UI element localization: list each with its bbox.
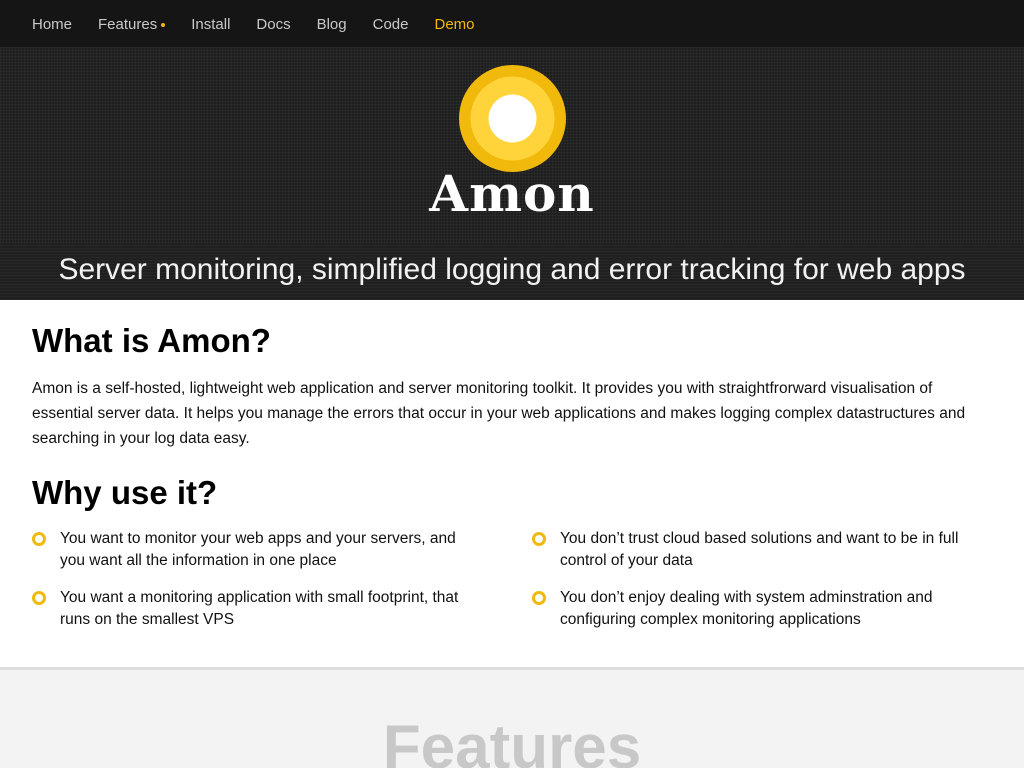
what-heading: What is Amon?: [32, 322, 271, 359]
nav-item-label: Features: [98, 15, 158, 33]
tagline-bar: Server monitoring, simplified logging an…: [0, 243, 1024, 300]
nav-item-features[interactable]: Features: [98, 15, 166, 33]
amon-logo-icon[interactable]: [459, 65, 566, 172]
ring-bullet-icon: [32, 591, 46, 605]
reason-text: You don’t trust cloud based solutions an…: [560, 530, 959, 569]
brand-name: Amon: [429, 164, 595, 223]
nav-item-label: Home: [32, 15, 73, 33]
nav-item-code[interactable]: Code: [373, 16, 409, 33]
features-section: Features: [0, 667, 1024, 768]
reason-item: You want to monitor your web apps and yo…: [32, 528, 472, 572]
nav-item-docs[interactable]: Docs: [256, 16, 290, 33]
top-nav: Home Features Install Docs Blog Code Dem…: [0, 0, 1024, 48]
nav-item-blog[interactable]: Blog: [317, 16, 347, 33]
tagline: Server monitoring, simplified logging an…: [58, 253, 966, 286]
nav-item-label: Demo: [434, 15, 475, 33]
nav-item-home[interactable]: Home: [32, 16, 72, 33]
nav-item-install[interactable]: Install: [191, 16, 230, 33]
nav-item-label: Blog: [316, 15, 347, 33]
intro-paragraph: Amon is a self-hosted, lightweight web a…: [32, 380, 966, 447]
nav-menu: Home Features Install Docs Blog Code Dem…: [32, 0, 501, 48]
reason-item: You don’t enjoy dealing with system admi…: [532, 587, 972, 631]
nav-item-label: Install: [191, 15, 231, 33]
reason-item: You don’t trust cloud based solutions an…: [532, 528, 972, 572]
ring-bullet-icon: [532, 532, 546, 546]
ring-bullet-icon: [32, 532, 46, 546]
hero-banner: Amon: [0, 48, 1024, 243]
nav-item-demo[interactable]: Demo: [434, 16, 474, 33]
reason-text: You want a monitoring application with s…: [60, 589, 459, 628]
reason-text: You want to monitor your web apps and yo…: [60, 530, 456, 569]
nav-item-label: Docs: [256, 15, 291, 33]
dot-icon: [161, 23, 166, 27]
ring-bullet-icon: [532, 591, 546, 605]
reason-item: You want a monitoring application with s…: [32, 587, 472, 631]
nav-item-label: Code: [372, 15, 409, 33]
reason-text: You don’t enjoy dealing with system admi…: [560, 589, 933, 628]
why-heading: Why use it?: [32, 474, 218, 511]
features-heading: Features: [382, 713, 642, 768]
